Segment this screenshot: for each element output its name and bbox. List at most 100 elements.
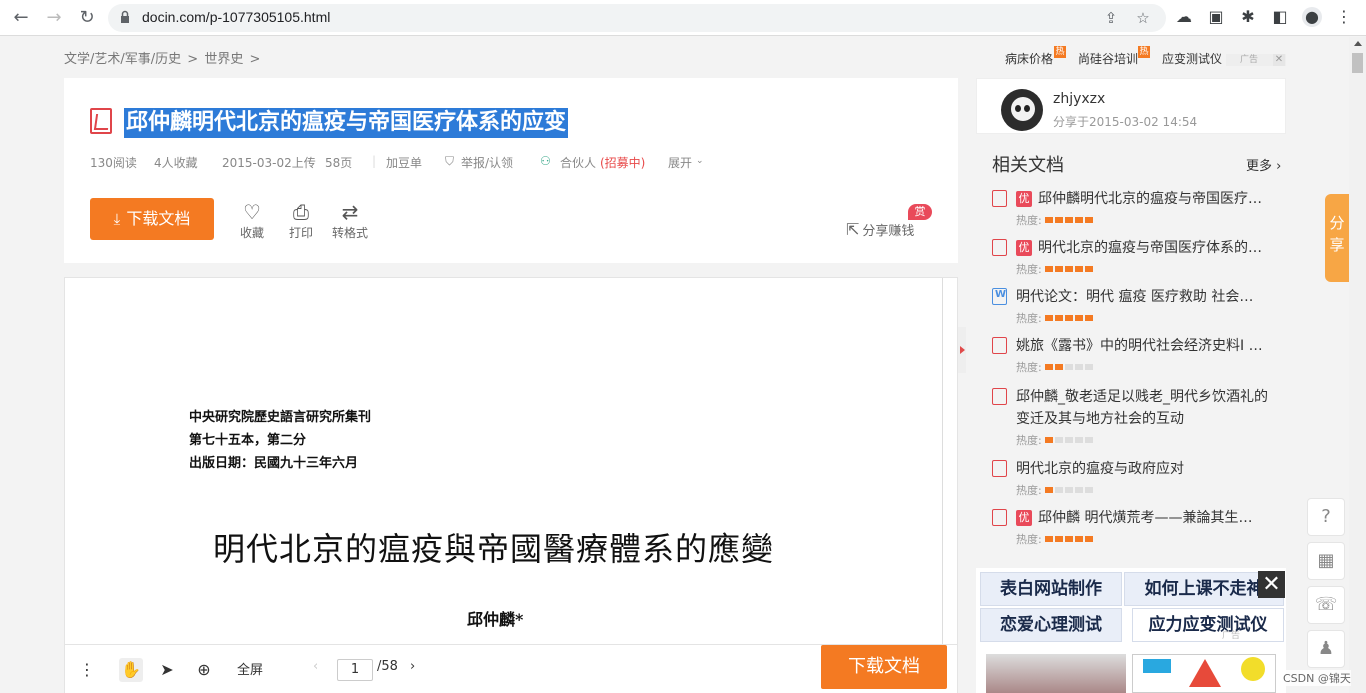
favorite-label: 收藏 — [239, 226, 264, 240]
quality-badge: 优 — [1016, 191, 1032, 207]
download-icon: ⤓ — [113, 210, 121, 228]
heat-label: 热度: — [1016, 434, 1042, 447]
ad-link[interactable]: 表白网站制作 — [980, 572, 1122, 606]
heat-label: 热度: — [1016, 361, 1042, 374]
heat-label: 热度: — [1016, 533, 1042, 546]
extension-icon[interactable]: ☁ — [1174, 7, 1194, 27]
more-link[interactable]: 更多 › — [1246, 155, 1281, 174]
breadcrumb-category[interactable]: 文学/艺术/军事/历史 — [64, 52, 181, 67]
extension-box-icon[interactable]: ▣ — [1206, 7, 1226, 27]
heat-bar — [1045, 437, 1054, 443]
url-text[interactable]: docin.com/p-1077305105.html — [142, 9, 330, 25]
profile-icon[interactable]: ● — [1302, 7, 1322, 27]
next-page-icon[interactable]: › — [410, 659, 415, 674]
heat-bar — [1055, 266, 1064, 272]
expand-link[interactable]: 展开 — [668, 154, 692, 171]
page-author: 邱仲麟* — [467, 610, 524, 629]
heat-bar — [1085, 315, 1094, 321]
heat-bar — [1085, 266, 1094, 272]
related-doc-title[interactable]: 邱仲麟明代北京的瘟疫与帝国医疗… — [1038, 188, 1278, 210]
prev-page-icon[interactable]: ‹ — [313, 659, 318, 674]
hand-tool-icon[interactable]: ✋ — [119, 658, 143, 682]
collapse-sidebar-icon[interactable] — [958, 327, 966, 373]
heat-bar — [1075, 437, 1084, 443]
sidebar-icon[interactable]: ◧ — [1270, 7, 1290, 27]
pdf-icon — [992, 509, 1007, 526]
share-side-tab[interactable]: 分 享 — [1325, 194, 1349, 282]
ad-close-icon[interactable]: ✕ — [1273, 54, 1285, 66]
heat-rating: 热度: — [1016, 531, 1095, 547]
ad-image[interactable] — [986, 654, 1126, 693]
avatar[interactable] — [1001, 89, 1043, 131]
top-link-bed-price[interactable]: 病床价格 — [1005, 50, 1053, 67]
download-button[interactable]: ⤓ 下载文档 — [90, 198, 214, 240]
scroll-up-icon[interactable] — [1354, 41, 1362, 46]
share-page-icon[interactable]: ⇪ — [1102, 9, 1120, 27]
wechat-icon[interactable]: ☏ — [1307, 586, 1345, 624]
heat-bar — [1065, 364, 1074, 370]
puzzle-icon[interactable]: ✱ — [1238, 7, 1258, 27]
heat-bar — [1075, 266, 1084, 272]
total-pages: /58 — [377, 659, 398, 674]
heat-bar — [1085, 536, 1094, 542]
hot-badge: 热 — [1138, 46, 1150, 58]
convert-format-button[interactable]: ⇄ 转格式 — [328, 200, 372, 241]
uploader-name[interactable]: zhjyxzx — [1053, 91, 1105, 107]
partner-recruit[interactable]: (招募中) — [600, 154, 645, 171]
ad-link[interactable]: 应力应变测试仪 — [1132, 608, 1284, 642]
breadcrumb-subcategory[interactable]: 世界史 — [204, 52, 243, 67]
heat-bar — [1055, 364, 1064, 370]
ad-image[interactable] — [1132, 654, 1276, 693]
qq-icon[interactable]: ♟ — [1307, 630, 1345, 668]
share-earn-button[interactable]: ⇱ 分享赚钱 — [846, 220, 914, 239]
select-cursor-icon[interactable]: ➤ — [155, 658, 179, 682]
top-link-training[interactable]: 尚硅谷培训 — [1078, 50, 1138, 67]
top-link-tester[interactable]: 应变测试仪 — [1162, 50, 1222, 67]
related-doc-title[interactable]: 邱仲麟_敬老适足以贱老_明代乡饮酒礼的变迁及其与地方社会的互动 — [1016, 386, 1278, 430]
page-scrollbar[interactable] — [1349, 37, 1366, 693]
back-arrow-icon[interactable]: ← — [9, 6, 33, 30]
add-to-list-link[interactable]: 加豆单 — [386, 154, 422, 171]
download-label: 下载文档 — [126, 209, 191, 228]
heat-rating: 热度: — [1016, 359, 1095, 375]
quality-badge: 优 — [1016, 240, 1032, 256]
address-bar[interactable]: docin.com/p-1077305105.html ⇪ ☆ — [108, 4, 1166, 32]
zoom-in-icon[interactable]: ⊕ — [192, 658, 216, 682]
more-vertical-icon[interactable]: ⋮ — [75, 658, 99, 682]
scroll-thumb[interactable] — [1352, 53, 1363, 73]
ad-link[interactable]: 恋爱心理测试 — [980, 608, 1122, 642]
heat-bar — [1055, 437, 1064, 443]
share-tab-char: 享 — [1329, 236, 1345, 254]
related-doc-title[interactable]: 邱仲麟 明代熿荒考——兼論其生… — [1038, 507, 1278, 529]
fullscreen-button[interactable]: 全屏 — [237, 659, 263, 678]
related-doc-title[interactable]: 明代论文：明代 瘟疫 医疗救助 社会… — [1016, 286, 1278, 308]
partner-link[interactable]: 合伙人 — [560, 154, 596, 171]
qr-code-icon[interactable]: ▦ — [1307, 542, 1345, 580]
document-viewer[interactable]: 中央研究院歷史語言研究所集刊 第七十五本，第二分 出版日期：民國九十三年六月 明… — [64, 277, 958, 693]
heat-bar — [1075, 487, 1084, 493]
forward-arrow-icon[interactable]: → — [42, 6, 66, 30]
heat-bar — [1065, 437, 1074, 443]
uploader-card: zhjyxzx 分享于2015-03-02 14:54 — [976, 78, 1286, 134]
document-title: 邱仲麟明代北京的瘟疫与帝国医疗体系的应变 — [124, 108, 569, 138]
share-tab-char: 分 — [1329, 214, 1345, 232]
related-doc-title[interactable]: 姚旅《露书》中的明代社会经济史料I … — [1016, 335, 1278, 357]
bottom-download-button[interactable]: 下载文档 — [821, 645, 947, 689]
heat-bar — [1045, 217, 1054, 223]
page-number-input[interactable]: 1 — [337, 659, 373, 681]
report-link[interactable]: 举报/认领 — [461, 154, 513, 171]
close-icon[interactable]: ✕ — [1258, 571, 1285, 598]
heat-bar — [1085, 437, 1094, 443]
browser-toolbar: ← → ↻ docin.com/p-1077305105.html ⇪ ☆ ☁ … — [0, 0, 1366, 36]
related-doc-title[interactable]: 明代北京的瘟疫与帝国医疗体系的… — [1038, 237, 1278, 259]
heat-label: 热度: — [1016, 214, 1042, 227]
bookmark-star-icon[interactable]: ☆ — [1134, 9, 1152, 27]
print-button[interactable]: ⎙ 打印 — [279, 200, 323, 241]
related-doc-title[interactable]: 明代北京的瘟疫与政府应对 — [1016, 458, 1278, 480]
reload-icon[interactable]: ↻ — [75, 6, 99, 30]
favorite-button[interactable]: ♡ 收藏 — [230, 200, 274, 241]
help-icon[interactable]: ? — [1307, 498, 1345, 536]
menu-dots-icon[interactable]: ⋮ — [1334, 7, 1354, 27]
heart-icon: ♡ — [243, 200, 261, 224]
word-doc-icon: W — [992, 288, 1007, 305]
